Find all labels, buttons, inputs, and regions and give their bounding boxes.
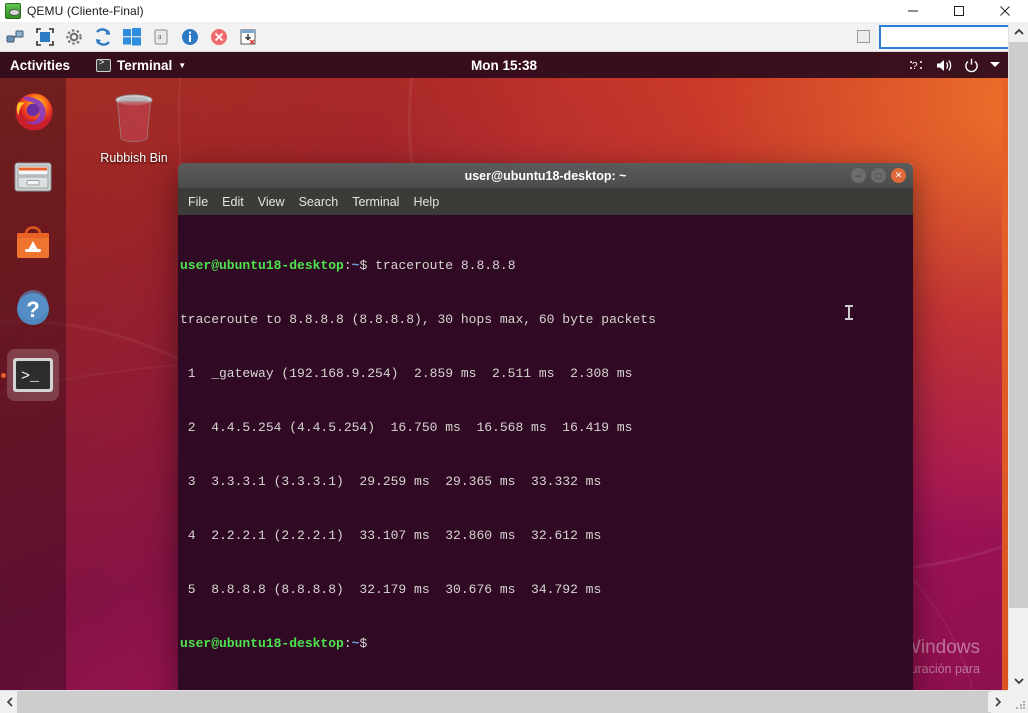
dock-item-ubuntu-software[interactable] — [0, 210, 66, 276]
terminal-close-button[interactable]: ✕ — [891, 168, 906, 183]
terminal-command-line: user@ubuntu18-desktop:~$ traceroute 8.8.… — [180, 257, 909, 275]
text-cursor-stem — [848, 305, 850, 320]
terminal-minimize-button[interactable]: − — [851, 168, 866, 183]
qemu-icon — [5, 3, 21, 19]
close-icon[interactable] — [982, 0, 1028, 22]
svg-text:a: a — [158, 32, 162, 41]
system-menu-caret-icon[interactable] — [990, 61, 1000, 69]
qemu-window-title: QEMU (Cliente-Final) — [27, 4, 144, 18]
import-window-icon[interactable] — [235, 24, 261, 50]
terminal-icon: >_ — [10, 352, 56, 398]
terminal-title: user@ubuntu18-desktop: ~ — [465, 169, 627, 183]
power-icon[interactable] — [964, 58, 979, 73]
software-bag-icon — [10, 220, 56, 266]
refresh-icon[interactable] — [90, 24, 116, 50]
minimize-icon[interactable] — [890, 0, 936, 22]
menu-file[interactable]: File — [188, 195, 208, 209]
svg-text:?: ? — [26, 297, 39, 322]
menu-help[interactable]: Help — [413, 195, 439, 209]
qemu-window-controls — [890, 0, 1028, 22]
menu-terminal[interactable]: Terminal — [352, 195, 399, 209]
terminal-titlebar[interactable]: user@ubuntu18-desktop: ~ − □ ✕ — [178, 163, 913, 189]
scrollbar-corner — [1008, 690, 1028, 713]
prompt-separator: : — [344, 258, 352, 273]
menu-edit[interactable]: Edit — [222, 195, 244, 209]
volume-icon[interactable] — [936, 58, 953, 73]
settings-gear-icon[interactable] — [61, 24, 87, 50]
keyboard-input-icon[interactable]: ? — [910, 58, 925, 73]
toolbar-address-input[interactable] — [880, 26, 1016, 48]
svg-text:>_: >_ — [21, 368, 40, 385]
terminal-output-area[interactable]: user@ubuntu18-desktop:~$ traceroute 8.8.… — [178, 215, 913, 690]
dock-item-files[interactable] — [0, 144, 66, 210]
help-question-icon: ? — [10, 286, 56, 332]
terminal-menubar: File Edit View Search Terminal Help — [178, 189, 913, 215]
text-cursor-icon — [848, 305, 850, 320]
desktop-icon-trash[interactable]: Rubbish Bin — [90, 86, 178, 165]
prompt-user-host: user@ubuntu18-desktop — [180, 258, 344, 273]
vertical-scrollbar-thumb[interactable] — [1009, 42, 1028, 608]
qemu-toolbar: a — [0, 22, 1028, 52]
terminal-output-line: 2 4.4.5.254 (4.4.5.254) 16.750 ms 16.568… — [180, 419, 909, 437]
guest-screen: Activities Terminal ▼ Mon 15:38 ? — [0, 52, 1008, 690]
terminal-output-line: 5 8.8.8.8 (8.8.8.8) 32.179 ms 30.676 ms … — [180, 581, 909, 599]
terminal-prompt-line: user@ubuntu18-desktop:~$ — [180, 635, 909, 653]
resize-grip-icon[interactable] — [1015, 700, 1025, 710]
info-icon[interactable] — [177, 24, 203, 50]
page-icon[interactable]: a — [148, 24, 174, 50]
desktop-icon-label: Rubbish Bin — [90, 151, 178, 165]
dock-item-help[interactable]: ? — [0, 276, 66, 342]
qemu-titlebar: QEMU (Cliente-Final) — [0, 0, 1028, 22]
prompt-separator: : — [344, 636, 352, 651]
svg-text:?: ? — [912, 61, 918, 72]
windows-logo-icon[interactable] — [119, 24, 145, 50]
toolbar-checkbox[interactable] — [857, 30, 870, 43]
clock[interactable]: Mon 15:38 — [0, 58, 1008, 73]
terminal-output-line: 4 2.2.2.1 (2.2.2.1) 33.107 ms 32.860 ms … — [180, 527, 909, 545]
files-cabinet-icon — [10, 154, 56, 200]
prompt-user-host: user@ubuntu18-desktop — [180, 636, 344, 651]
horizontal-scrollbar[interactable] — [0, 690, 1008, 713]
system-indicators[interactable]: ? — [910, 58, 1000, 73]
menu-view[interactable]: View — [258, 195, 285, 209]
terminal-window-controls: − □ ✕ — [851, 168, 906, 183]
terminal-window: user@ubuntu18-desktop: ~ − □ ✕ File Edit… — [178, 163, 913, 690]
fullscreen-icon[interactable] — [32, 24, 58, 50]
dock-item-firefox[interactable] — [0, 78, 66, 144]
network-icon[interactable] — [3, 24, 29, 50]
horizontal-scrollbar-thumb[interactable] — [17, 691, 991, 713]
cancel-icon[interactable] — [206, 24, 232, 50]
qemu-host-window: QEMU (Cliente-Final) — [0, 0, 1028, 713]
chevron-up-icon[interactable] — [1009, 22, 1028, 42]
ubuntu-dock: ? >_ — [0, 78, 66, 690]
terminal-command: traceroute 8.8.8.8 — [367, 258, 515, 273]
maximize-icon[interactable] — [936, 0, 982, 22]
terminal-output-line: 3 3.3.3.1 (3.3.3.1) 29.259 ms 29.365 ms … — [180, 473, 909, 491]
ubuntu-top-panel: Activities Terminal ▼ Mon 15:38 ? — [0, 52, 1008, 78]
chevron-down-icon[interactable] — [1009, 671, 1028, 691]
vertical-scrollbar[interactable] — [1008, 22, 1028, 713]
firefox-icon — [10, 88, 56, 134]
chevron-right-icon[interactable] — [988, 692, 1008, 712]
terminal-output-line: 1 _gateway (192.168.9.254) 2.859 ms 2.51… — [180, 365, 909, 383]
dock-item-terminal[interactable]: >_ — [0, 342, 66, 408]
terminal-maximize-button[interactable]: □ — [871, 168, 886, 183]
terminal-output-line: traceroute to 8.8.8.8 (8.8.8.8), 30 hops… — [180, 311, 909, 329]
trash-bin-icon — [90, 86, 178, 148]
menu-search[interactable]: Search — [299, 195, 339, 209]
prompt-symbol: $ — [359, 636, 367, 651]
